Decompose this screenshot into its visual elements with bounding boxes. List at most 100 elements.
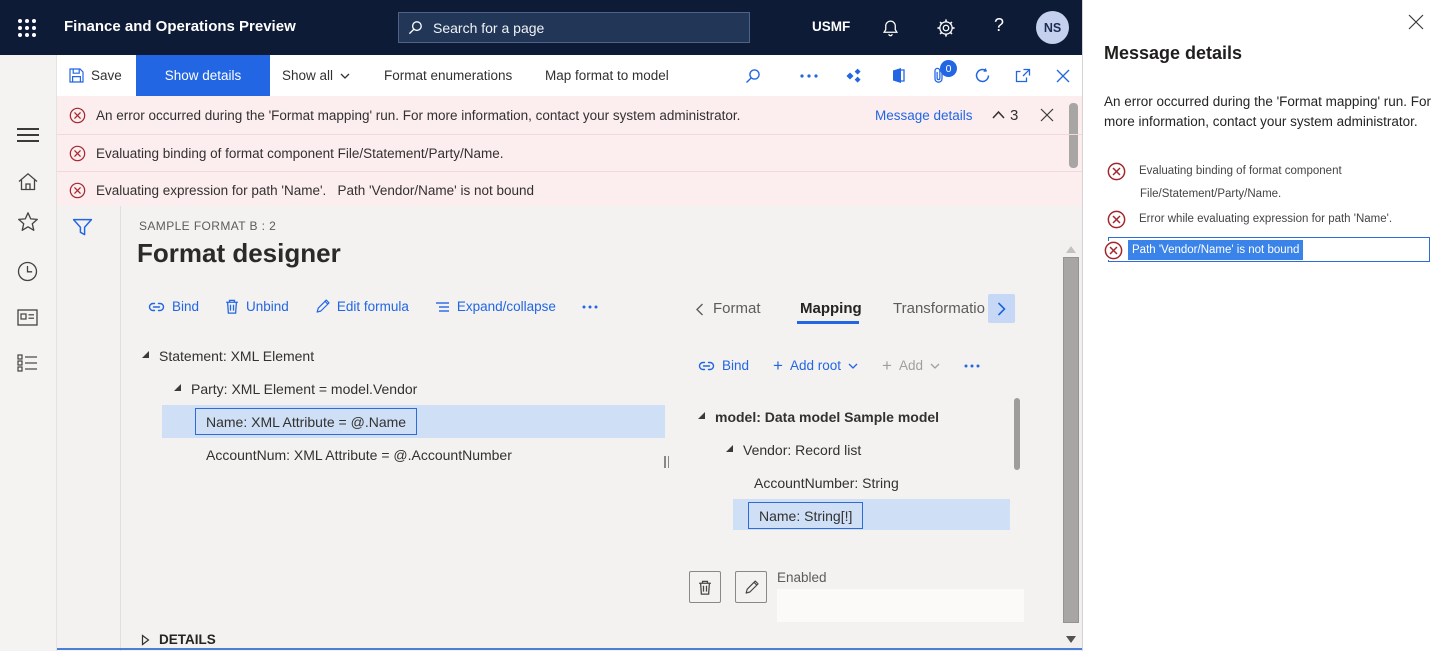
save-button[interactable]: Save (69, 55, 122, 96)
chevron-down-icon (848, 363, 858, 369)
edit-formula-button[interactable]: Edit formula (315, 299, 409, 314)
bottom-accent-line (57, 648, 1082, 650)
add-button-disabled[interactable]: + Add (882, 357, 940, 374)
more-icon[interactable] (800, 55, 818, 96)
delete-button[interactable] (689, 571, 721, 603)
tab-format[interactable]: Format (713, 300, 761, 317)
add-root-label: Add root (789, 358, 842, 373)
format-enumerations-button[interactable]: Format enumerations (384, 55, 512, 96)
forms-icon[interactable] (17, 309, 38, 326)
expand-collapse-label: Expand/collapse (456, 299, 556, 314)
bind-label: Bind (722, 358, 750, 373)
refresh-icon[interactable] (974, 55, 991, 96)
tree-expanded-icon[interactable] (698, 411, 705, 419)
model-tree-node[interactable]: model: Data model Sample model (698, 400, 939, 433)
selected-error-text[interactable]: Path 'Vendor/Name' is not bound (1128, 240, 1304, 260)
gear-icon[interactable] (937, 19, 955, 37)
tree-node-label: Party: XML Element = model.Vendor (191, 380, 418, 397)
more-icon[interactable] (582, 305, 598, 309)
side-nav (0, 55, 57, 651)
format-tree-node[interactable]: AccountNum: XML Attribute = @.AccountNum… (206, 438, 512, 471)
tree-expanded-icon[interactable] (174, 383, 181, 391)
expand-collapse-icon (435, 301, 450, 313)
bell-icon[interactable] (882, 19, 899, 37)
chevron-down-icon (930, 363, 940, 369)
active-tab-underline (797, 321, 859, 324)
error-icon (69, 182, 86, 199)
model-tree-node[interactable]: AccountNumber: String (754, 466, 899, 499)
company-selector[interactable]: USMF (812, 19, 850, 34)
action-bar: Save Show details Show all Format enumer… (57, 55, 1082, 96)
caret-up-icon[interactable] (992, 111, 1005, 119)
main-scrollbar-thumb[interactable] (1063, 257, 1079, 623)
edit-button[interactable] (735, 571, 767, 603)
format-tree-node-selected[interactable]: Name: XML Attribute = @.Name (162, 405, 665, 438)
favorites-icon[interactable] (17, 211, 39, 232)
chevron-right-icon (997, 301, 1006, 316)
show-all-menu[interactable]: Show all (282, 55, 350, 96)
close-icon[interactable] (1056, 55, 1070, 96)
more-icon[interactable] (964, 364, 980, 368)
enabled-field[interactable] (777, 589, 1024, 622)
home-icon[interactable] (17, 172, 39, 191)
chevron-left-icon[interactable] (695, 303, 704, 316)
attachments-button[interactable]: 0 (932, 55, 957, 96)
pane-splitter-handle[interactable] (664, 456, 669, 468)
expand-collapse-button[interactable]: Expand/collapse (435, 299, 556, 314)
format-tree-node[interactable]: Statement: XML Element (142, 339, 314, 372)
map-format-to-model-button[interactable]: Map format to model (545, 55, 669, 96)
details-section-header[interactable]: DETAILS (141, 632, 216, 647)
popout-icon[interactable] (1015, 55, 1031, 96)
scroll-up-arrow[interactable] (1066, 246, 1076, 253)
bind-button[interactable]: Bind (698, 358, 749, 373)
tab-scroll-right-button[interactable] (988, 294, 1015, 323)
app-launcher-icon[interactable] (18, 19, 36, 37)
plus-icon: + (882, 356, 892, 375)
tree-node-label: AccountNum: XML Attribute = @.AccountNum… (206, 446, 512, 463)
unbind-button[interactable]: Unbind (225, 299, 289, 314)
recent-icon[interactable] (17, 261, 38, 282)
error-icon (69, 107, 86, 124)
error-list-item[interactable]: Error while evaluating expression for pa… (1107, 210, 1392, 229)
search-icon (408, 20, 423, 35)
save-icon (69, 68, 84, 83)
page-search[interactable] (398, 12, 750, 43)
tab-mapping[interactable]: Mapping (800, 300, 862, 317)
close-icon[interactable] (1408, 14, 1424, 30)
search-icon[interactable] (745, 55, 761, 96)
scroll-down-arrow[interactable] (1066, 636, 1076, 643)
model-tree-node[interactable]: Vendor: Record list (726, 433, 861, 466)
error-icon (1107, 210, 1126, 229)
message-details-link[interactable]: Message details (875, 108, 973, 123)
app-title[interactable]: Finance and Operations Preview (64, 18, 296, 35)
bind-button[interactable]: Bind (148, 299, 199, 314)
menu-icon[interactable] (17, 124, 39, 146)
record-caption: SAMPLE FORMAT B : 2 (139, 219, 277, 233)
advisor-icon[interactable] (846, 55, 863, 96)
model-tree-node-selected[interactable]: Name: String[!] (733, 499, 1010, 530)
filter-icon[interactable] (72, 218, 93, 237)
tab-transformations[interactable]: Transformatio (893, 300, 986, 317)
error-icon (1107, 162, 1126, 181)
model-tree-scrollbar[interactable] (1014, 398, 1020, 470)
edit-icon (744, 579, 759, 595)
workspaces-icon[interactable] (17, 354, 38, 372)
show-details-button[interactable]: Show details (136, 55, 270, 96)
help-button[interactable]: ? (994, 15, 1004, 36)
search-input[interactable] (431, 18, 740, 37)
alert-row: Evaluating expression for path 'Name'. P… (57, 171, 1082, 208)
tree-expanded-icon[interactable] (726, 444, 733, 452)
add-label: Add (898, 358, 923, 373)
tree-expanded-icon[interactable] (142, 350, 149, 358)
map-format-label: Map format to model (545, 68, 669, 83)
filter-pane-divider (120, 206, 121, 651)
format-tree-node[interactable]: Party: XML Element = model.Vendor (174, 372, 417, 405)
office-icon[interactable] (890, 55, 906, 96)
tree-node-label: Name: String[!] (759, 507, 853, 524)
avatar[interactable]: NS (1036, 11, 1069, 44)
close-icon[interactable] (1040, 108, 1054, 122)
add-root-button[interactable]: + Add root (773, 357, 858, 374)
error-list-item[interactable]: Evaluating binding of format component (1107, 162, 1342, 181)
page-title: Format designer (137, 238, 341, 268)
chevron-down-icon (340, 73, 350, 79)
